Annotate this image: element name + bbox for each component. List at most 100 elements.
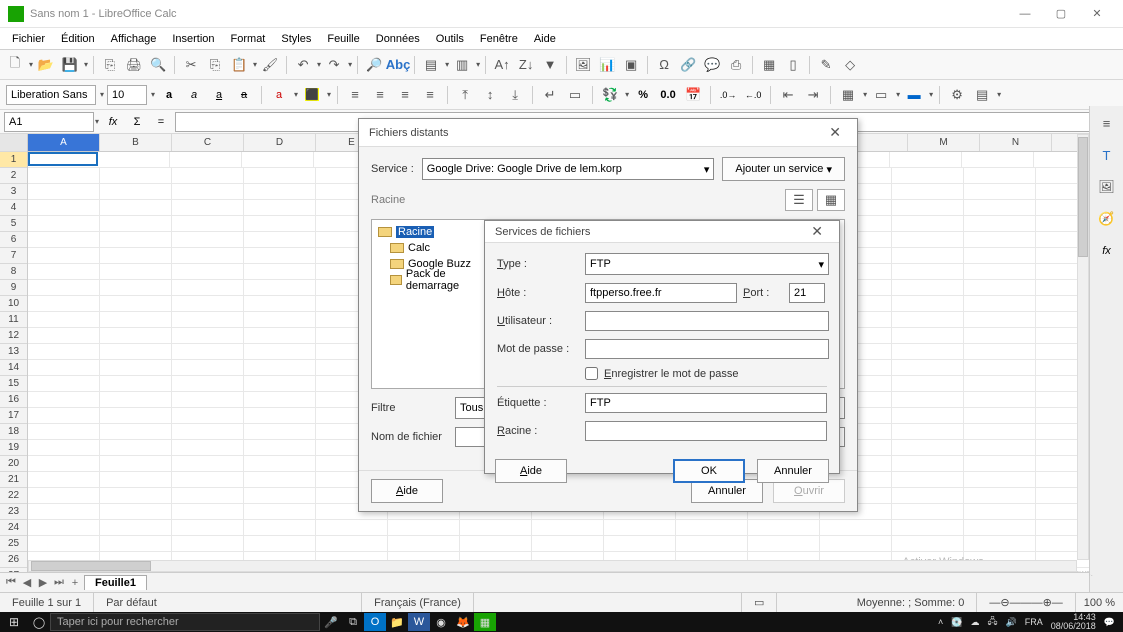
find-button[interactable]: 🔎 — [363, 54, 385, 76]
chart-button[interactable]: 📊 — [596, 54, 618, 76]
col-header-a[interactable]: A — [28, 134, 100, 151]
menu-outils[interactable]: Outils — [428, 31, 472, 47]
col-header-b[interactable]: B — [100, 134, 172, 151]
bold-button[interactable]: a — [158, 84, 180, 106]
print-preview-button[interactable]: 🔍 — [147, 54, 169, 76]
border-color-button[interactable]: ▬ — [903, 84, 925, 106]
col-button[interactable]: ▥ — [451, 54, 473, 76]
status-stats[interactable]: Moyenne: ; Somme: 0 — [777, 593, 977, 612]
tab-nav-last[interactable]: ⏭ — [52, 576, 66, 589]
remote-dialog-titlebar[interactable]: Fichiers distants ✕ — [359, 119, 857, 147]
remote-help-button[interactable]: AAideide — [371, 479, 443, 503]
status-lang[interactable]: Français (France) — [362, 593, 474, 612]
tab-nav-next[interactable]: ▶ — [36, 576, 50, 589]
zoom-slider[interactable]: —⊖———⊕— — [977, 593, 1075, 612]
sort-desc-button[interactable]: Z↓ — [515, 54, 537, 76]
spellcheck-button[interactable]: Abç — [387, 54, 409, 76]
underline-button[interactable]: a — [208, 84, 230, 106]
tab-nav-first[interactable]: ⏮ — [4, 576, 18, 589]
font-size-combo[interactable]: 10 — [107, 85, 147, 105]
function-wizard-button[interactable]: fx — [103, 112, 123, 132]
split-button[interactable]: ▯ — [782, 54, 804, 76]
cond-format-button[interactable]: ▤ — [971, 84, 993, 106]
number-button[interactable]: 0.0 — [657, 84, 679, 106]
indent-dec-button[interactable]: ⇤ — [777, 84, 799, 106]
sidebar-properties-icon[interactable]: ≡ — [1096, 112, 1118, 134]
menu-fenetre[interactable]: Fenêtre — [472, 31, 526, 47]
tree-node-calc[interactable]: Calc — [376, 240, 487, 256]
print-button[interactable]: 🖨 — [123, 54, 145, 76]
sum-button[interactable]: Σ — [127, 112, 147, 132]
tray-clock[interactable]: 14:4308/06/2018 — [1051, 613, 1096, 631]
autoformat-button[interactable]: ⚙ — [946, 84, 968, 106]
del-decimal-button[interactable]: ←.0 — [742, 84, 764, 106]
tray-chevron-icon[interactable]: ˄ — [938, 617, 943, 627]
equals-button[interactable]: = — [151, 112, 171, 132]
list-view-button[interactable]: ☰ — [785, 189, 813, 211]
wrap-button[interactable]: ↵ — [539, 84, 561, 106]
horizontal-scrollbar[interactable] — [28, 560, 1077, 572]
menu-fichier[interactable]: Fichier — [4, 31, 53, 47]
valign-bottom-button[interactable]: ⤓ — [504, 84, 526, 106]
host-input[interactable] — [585, 283, 737, 303]
font-name-combo[interactable]: Liberation Sans — [6, 85, 96, 105]
undo-button[interactable]: ↶ — [292, 54, 314, 76]
sort-asc-button[interactable]: A↑ — [491, 54, 513, 76]
status-insert[interactable] — [474, 593, 742, 612]
special-char-button[interactable]: Ω — [653, 54, 675, 76]
align-left-button[interactable]: ≡ — [344, 84, 366, 106]
add-service-button[interactable]: Ajouter un service ▾ — [722, 157, 845, 181]
cortana-icon[interactable]: ◯ — [28, 613, 50, 631]
menu-edition[interactable]: Édition — [53, 31, 103, 47]
currency-button[interactable]: 💱 — [599, 84, 621, 106]
save-button[interactable]: 💾 — [59, 54, 81, 76]
svc-dialog-close-icon[interactable]: ✕ — [805, 221, 829, 242]
headers-button[interactable]: ⎙ — [725, 54, 747, 76]
type-combo[interactable]: FTP▾ — [585, 253, 829, 275]
svc-root-input[interactable] — [585, 421, 827, 441]
menu-format[interactable]: Format — [223, 31, 274, 47]
status-selection[interactable]: ▭ — [742, 593, 777, 612]
taskbar-search-input[interactable]: Taper ici pour rechercher — [50, 613, 320, 631]
draw-button[interactable]: ✎ — [815, 54, 837, 76]
folder-tree[interactable]: Racine Calc Google Buzz Pack de demarrag… — [371, 219, 491, 389]
tray-network-icon[interactable]: 🖧 — [987, 614, 997, 630]
col-header-m[interactable]: M — [908, 134, 980, 151]
password-input[interactable] — [585, 339, 829, 359]
row-headers[interactable]: 1 2345678910 11121314151617181920 212223… — [0, 134, 28, 572]
copy-button[interactable]: ⎘ — [204, 54, 226, 76]
menu-feuille[interactable]: Feuille — [319, 31, 367, 47]
new-button[interactable]: 🗋 — [4, 54, 26, 76]
freeze-button[interactable]: ▦ — [758, 54, 780, 76]
tray-onedrive-icon[interactable]: ☁ — [970, 617, 979, 628]
redo-button[interactable]: ↷ — [323, 54, 345, 76]
tray-hdd-icon[interactable]: 💽 — [951, 617, 962, 628]
svc-help-button[interactable]: Aide — [495, 459, 567, 483]
shapes-button[interactable]: ◇ — [839, 54, 861, 76]
merge-button[interactable]: ▭ — [564, 84, 586, 106]
hyperlink-button[interactable]: 🔗 — [677, 54, 699, 76]
add-decimal-button[interactable]: .0→ — [717, 84, 739, 106]
service-combo[interactable]: Google Drive: Google Drive de lem.korp▾ — [422, 158, 715, 180]
tray-notifications-icon[interactable]: 💬 — [1104, 617, 1115, 628]
user-input[interactable] — [585, 311, 829, 331]
menu-aide[interactable]: Aide — [526, 31, 564, 47]
row-header-1[interactable]: 1 — [0, 152, 27, 168]
pivot-button[interactable]: ▣ — [620, 54, 642, 76]
col-header-d[interactable]: D — [244, 134, 316, 151]
sidebar-functions-icon[interactable]: fx — [1096, 240, 1118, 262]
remember-password-checkbox[interactable] — [585, 367, 598, 380]
minimize-button[interactable]: — — [1007, 0, 1043, 28]
sidebar-navigator-icon[interactable]: 🧭 — [1096, 208, 1118, 230]
svc-dialog-titlebar[interactable]: Services de fichiers ✕ — [485, 221, 839, 243]
svc-ok-button[interactable]: OK — [673, 459, 745, 483]
valign-middle-button[interactable]: ↕ — [479, 84, 501, 106]
cut-button[interactable]: ✂ — [180, 54, 202, 76]
status-sheet[interactable]: Feuille 1 sur 1 — [0, 593, 94, 612]
maximize-button[interactable]: ▢ — [1043, 0, 1079, 28]
image-button[interactable]: 🖼 — [572, 54, 594, 76]
etiquette-input[interactable] — [585, 393, 827, 413]
tree-node-racine[interactable]: Racine — [376, 224, 487, 240]
open-button[interactable]: 📂 — [35, 54, 57, 76]
valign-top-button[interactable]: ⤒ — [454, 84, 476, 106]
